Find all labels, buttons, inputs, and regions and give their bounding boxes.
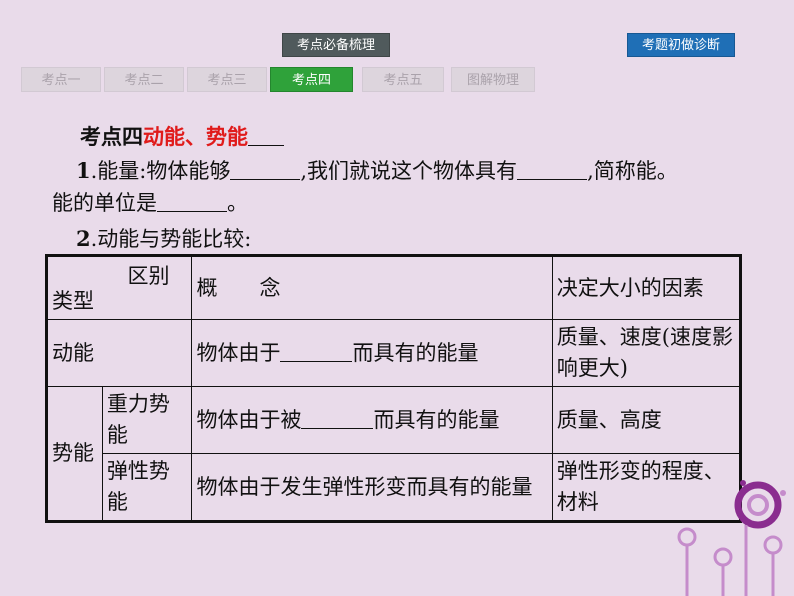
item-1-line-1: 1.能量:物体能够 ,我们就说这个物体具有 ,简称能。 (76, 155, 678, 185)
deco-dot-2 (780, 490, 786, 496)
deco-ring-small-1 (677, 527, 697, 547)
kinetic-factors: 质量、速度(速度影响更大) (551, 319, 742, 387)
header-diff-label: 区别 (127, 264, 170, 288)
decorative-circles-graphic (677, 480, 786, 596)
deco-dot-1 (740, 480, 746, 486)
blank-energy-definition (230, 159, 301, 180)
item-1-text-d: 能的单位是 (52, 191, 157, 215)
item-2-number: 2 (76, 226, 91, 251)
gravity-factors: 质量、高度 (551, 386, 742, 454)
blank-kinetic-cause (280, 341, 353, 362)
kinetic-label: 动能 (45, 319, 193, 387)
deco-ring-inner (747, 494, 769, 516)
deco-ring-large (734, 481, 782, 529)
deco-ring-small-3 (763, 535, 783, 555)
section-prefix: 考点四 (80, 124, 143, 149)
item-2-text: .动能与势能比较: (90, 227, 252, 251)
gravity-concept-a: 物体由于被 (196, 407, 302, 432)
item-1-text-a: .能量:物体能够 (90, 159, 231, 183)
header-diagonal-cell: 区别 类型 (45, 255, 193, 320)
item-1-line-2: 能的单位是 。 (52, 187, 248, 217)
item-1-text-e: 。 (227, 191, 248, 215)
item-1-text-c: ,简称能。 (587, 159, 678, 183)
kinetic-concept: 物体由于 而具有的能量 (191, 319, 553, 387)
table-header-row: 区别 类型 概 念 决定大小的因素 (45, 255, 742, 320)
header-type-label: 类型 (52, 289, 94, 313)
gravity-label: 重力势能 (101, 386, 193, 454)
table-row-kinetic: 动能 物体由于 而具有的能量 质量、速度(速度影响更大) (45, 319, 742, 387)
item-2-line: 2.动能与势能比较: (76, 223, 251, 253)
header-factors: 决定大小的因素 (551, 255, 742, 320)
table-row-elastic: 弹性势能 物体由于发生弹性形变而具有的能量 弹性形变的程度、材料 (47, 453, 742, 522)
comparison-table: 区别 类型 概 念 决定大小的因素 动能 物体由于 而具有的能量 质量、速度(速度… (45, 254, 742, 523)
elastic-concept: 物体由于发生弹性形变而具有的能量 (191, 453, 553, 522)
gravity-concept: 物体由于被 而具有的能量 (191, 386, 553, 454)
kinetic-concept-a: 物体由于 (196, 340, 281, 365)
section-title: 动能、势能 (143, 124, 248, 149)
potential-label: 势能 (46, 386, 103, 522)
elastic-label: 弹性势能 (101, 453, 193, 522)
section-heading: 考点四动能、势能 (80, 121, 284, 151)
title-underline (248, 125, 284, 146)
blank-gravity-cause (301, 408, 374, 429)
deco-ring-small-2 (713, 547, 733, 567)
gravity-concept-b: 而具有的能量 (373, 407, 500, 432)
blank-energy-unit (157, 191, 227, 212)
kinetic-concept-b: 而具有的能量 (352, 340, 479, 365)
header-concept: 概 念 (191, 255, 553, 320)
table-row-gravity: 势能 重力势能 物体由于被 而具有的能量 质量、高度 (46, 386, 742, 522)
blank-energy-term (517, 159, 588, 180)
item-1-text-b: ,我们就说这个物体具有 (300, 159, 518, 183)
item-1-number: 1 (76, 158, 91, 183)
